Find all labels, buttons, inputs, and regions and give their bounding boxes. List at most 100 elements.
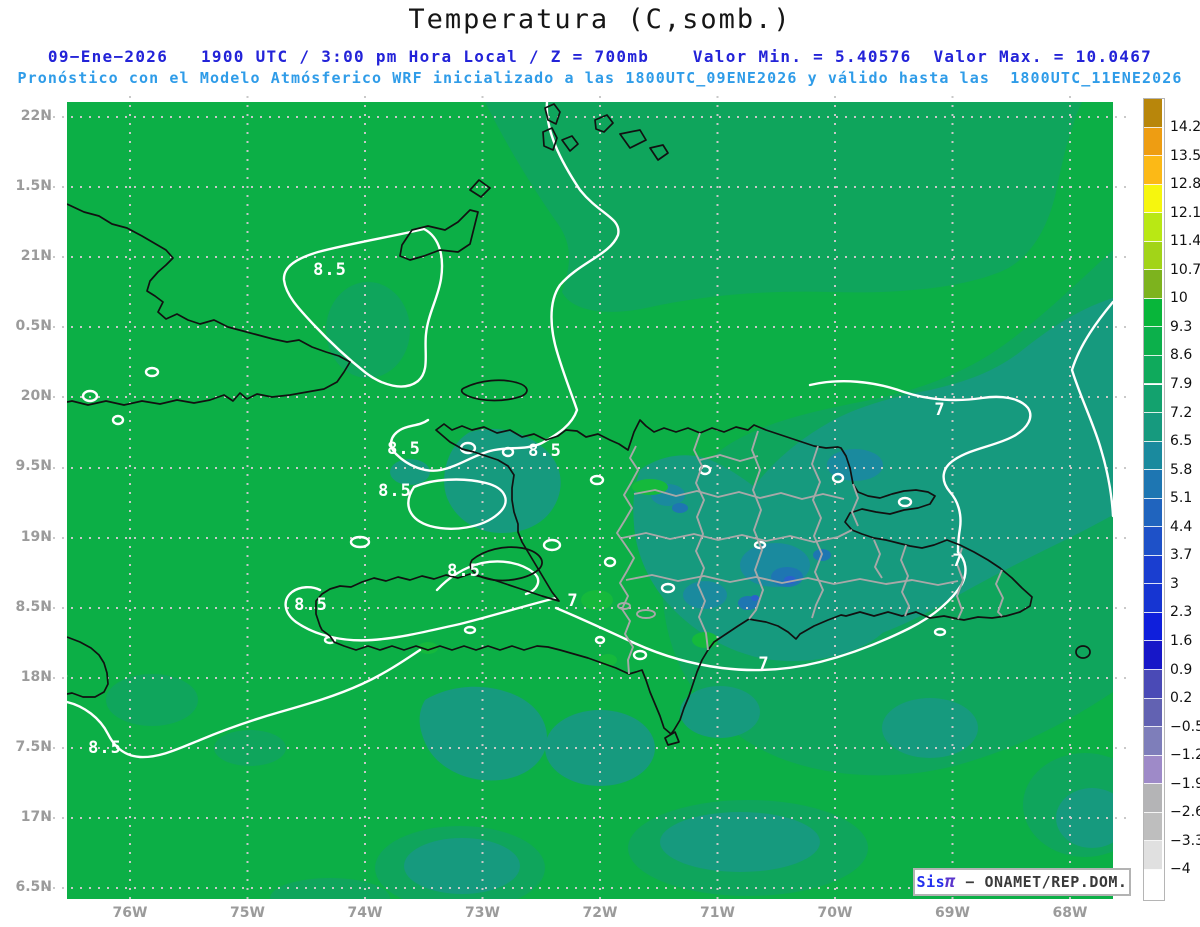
colorbar-cell	[1144, 127, 1162, 157]
contour-label-8p5: 8.5	[88, 738, 122, 758]
contour-label-7: 7	[567, 591, 579, 611]
contour-label-8p5: 8.5	[528, 441, 562, 461]
colorbar-cell	[1144, 213, 1162, 242]
colorbar-cell	[1144, 698, 1162, 728]
colorbar-cell	[1144, 355, 1162, 385]
y-axis-label: 18N	[20, 668, 52, 685]
colorbar-tick-label: −3.3	[1170, 832, 1200, 849]
shade-teal-south-sea3	[680, 686, 760, 738]
y-axis-label: 19N	[20, 528, 52, 545]
shade-teal-bottom2	[660, 812, 820, 872]
colorbar-cell	[1144, 612, 1162, 642]
shade-light5	[599, 654, 617, 666]
y-axis-label: 21N	[20, 248, 52, 265]
colorbar-tick-label: 12.8	[1170, 176, 1200, 193]
colorbar-cell	[1144, 156, 1162, 185]
contour-label-8p5: 8.5	[294, 595, 328, 615]
colorbar-cell	[1144, 99, 1162, 128]
colorbar-cell	[1144, 527, 1162, 556]
colorbar-cell	[1144, 584, 1162, 613]
colorbar-cell	[1144, 841, 1162, 870]
x-axis-label: 75W	[230, 905, 265, 921]
credit-badge: Sis π − ONAMET/REP.DOM.	[913, 868, 1131, 896]
colorbar-cell	[1144, 812, 1162, 842]
colorbar-cell	[1144, 327, 1162, 356]
colorbar-tick-label: −1.2	[1170, 747, 1200, 764]
x-axis-label: 70W	[817, 905, 853, 921]
shade-teal-bottom1	[404, 838, 520, 894]
colorbar-tick-label: 1.6	[1170, 632, 1193, 649]
shade-band-sw1	[106, 674, 198, 726]
y-axis-label: 20N	[20, 388, 52, 405]
colorbar-tick-label: 0.9	[1170, 661, 1193, 678]
y-axis-label: 1.5N	[15, 178, 52, 195]
x-axis-label: 71W	[700, 905, 735, 921]
colorbar-cell	[1144, 670, 1162, 699]
colorbar-tick-label: 0.2	[1170, 690, 1193, 707]
contour-label-8p5: 8.5	[387, 439, 421, 459]
colorbar-cell	[1144, 384, 1162, 414]
colorbar-tick-label: 5.1	[1170, 490, 1193, 507]
temperature-shading	[67, 102, 1113, 899]
y-axis-label: 6.5N	[15, 878, 52, 895]
y-axis-label: 8.5N	[15, 598, 52, 615]
contour-label-8p5: 8.5	[378, 481, 412, 501]
colorbar-cell	[1144, 441, 1162, 471]
contour-label-7: 7	[952, 551, 964, 571]
x-axis-label: 76W	[112, 905, 148, 921]
colorbar-cell	[1144, 470, 1162, 499]
colorbar-tick-label: 7.9	[1170, 376, 1193, 392]
colorbar-tick-label: 11.4	[1170, 233, 1200, 250]
colorbar-cell	[1144, 755, 1162, 785]
x-axis-label: 74W	[347, 905, 383, 921]
x-axis-label: 72W	[582, 905, 618, 921]
colorbar-tick-label: 3.7	[1170, 547, 1193, 564]
colorbar-cell	[1144, 241, 1162, 271]
colorbar-tick-label: 3	[1170, 575, 1179, 592]
credit-pi-symbol: π	[945, 872, 956, 892]
colorbar-tick-label: −2.6	[1170, 804, 1200, 821]
colorbar-cell	[1144, 869, 1162, 899]
colorbar-tick-label: 14.2	[1170, 119, 1200, 136]
colorbar-cell	[1144, 727, 1162, 756]
colorbar-tick-label: 10	[1170, 290, 1188, 307]
shade-band-cuba	[326, 282, 410, 378]
colorbar-cell	[1144, 298, 1162, 328]
colorbar-tick-label: 13.5	[1170, 147, 1200, 164]
colorbar-tick-label: 4.4	[1170, 518, 1193, 535]
shade-teal-bottom3	[1056, 788, 1113, 848]
colorbar-tick-label: 12.1	[1170, 204, 1200, 221]
contour-label-8p5: 8.5	[313, 260, 347, 280]
colorbar-tick-label: 6.5	[1170, 433, 1193, 450]
colorbar-cell	[1144, 555, 1162, 585]
x-axis-label: 73W	[465, 905, 500, 921]
colorbar-tick-label: 9.3	[1170, 318, 1193, 335]
y-axis-label: 7.5N	[15, 738, 52, 755]
colorbar-tick-label: 8.6	[1170, 347, 1193, 364]
contour-label-8p5: 8.5	[447, 561, 481, 581]
colorbar-cell	[1144, 413, 1162, 442]
y-axis-label: 22N	[20, 108, 52, 124]
y-axis-label: 9.5N	[15, 458, 52, 475]
colorbar-cell	[1144, 184, 1162, 214]
colorbar-tick-label: 5.8	[1170, 461, 1193, 478]
shade-light3	[692, 632, 718, 648]
shade-blue4	[672, 503, 688, 513]
forecast-map	[44, 96, 1132, 906]
colorbar-tick-label: −0.5	[1170, 718, 1200, 735]
y-axis-label: 17N	[20, 808, 52, 825]
colorbar-cell	[1144, 498, 1162, 528]
shade-cool-sw	[683, 581, 727, 609]
colorbar-tick-label: −1.9	[1170, 775, 1200, 792]
credit-sis: Sis	[916, 873, 946, 891]
contour-label-7: 7	[934, 400, 946, 420]
colorbar-cell	[1144, 784, 1162, 813]
credit-org: − ONAMET/REP.DOM.	[955, 873, 1128, 891]
colorbar-tick-label: 7.2	[1170, 404, 1193, 421]
colorbar-tick-label: 10.7	[1170, 261, 1200, 278]
colorbar-cell	[1144, 270, 1162, 299]
x-axis-label: 69W	[935, 905, 970, 921]
colorbar-tick-label: 2.3	[1170, 604, 1193, 621]
x-axis-label: 68W	[1052, 905, 1088, 921]
contour-label-7: 7	[758, 654, 770, 674]
